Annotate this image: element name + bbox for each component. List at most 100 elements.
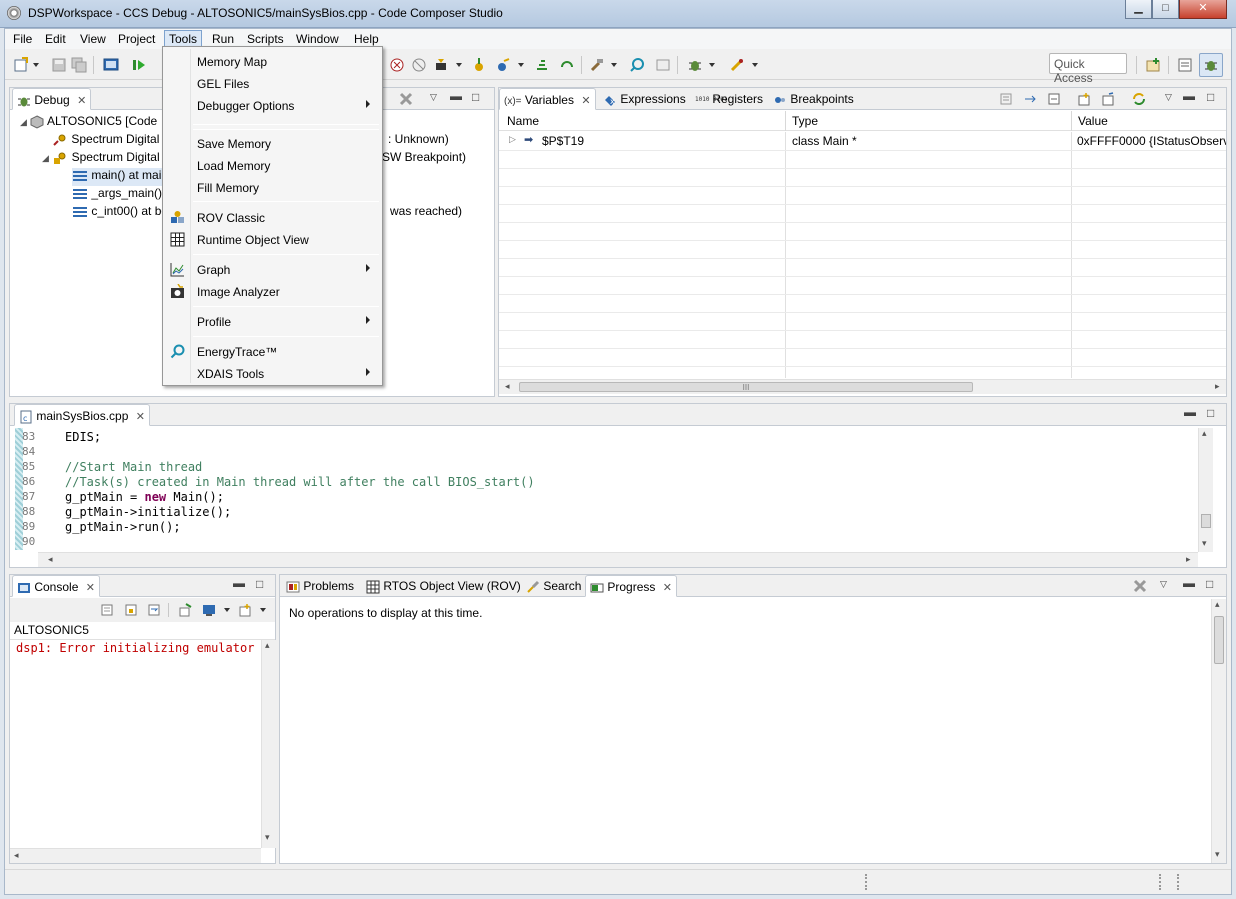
scroll-lock-icon[interactable]	[124, 603, 138, 617]
terminal-icon[interactable]	[103, 57, 119, 73]
flash-dropdown-arrow[interactable]	[752, 63, 758, 67]
tab-expressions[interactable]: x Expressions	[599, 88, 690, 110]
step-return-icon[interactable]	[535, 57, 551, 73]
show-type-names-icon[interactable]	[999, 92, 1013, 106]
maximize-view-icon[interactable]: □	[1207, 406, 1214, 420]
tab-console[interactable]: Console ✕	[12, 575, 100, 597]
tab-progress[interactable]: Progress ✕	[585, 575, 677, 597]
debug-dropdown-arrow[interactable]	[709, 63, 715, 67]
minimize-view-icon[interactable]: ▬	[1184, 405, 1196, 419]
ccs-debug-perspective-button[interactable]	[1199, 53, 1223, 77]
menu-edit[interactable]: Edit	[41, 31, 70, 48]
step-into-icon[interactable]	[471, 57, 487, 73]
scroll-left-arrow[interactable]: ◂	[505, 381, 510, 392]
display-selected-console-icon[interactable]	[202, 603, 216, 617]
scroll-right-arrow[interactable]: ▸	[1186, 554, 1191, 565]
progress-vertical-scrollbar[interactable]: ▴ ▾	[1211, 599, 1226, 863]
step-dropdown-arrow[interactable]	[518, 63, 524, 67]
expand-arrow-icon[interactable]: ▷	[509, 134, 516, 145]
scroll-down-arrow[interactable]: ▾	[1202, 538, 1207, 549]
menu-item-save-memory[interactable]: Save Memory	[165, 133, 380, 154]
close-icon[interactable]: ✕	[663, 582, 672, 594]
menu-item-image-analyzer[interactable]: Image Analyzer	[165, 281, 380, 302]
minimize-button[interactable]: ▁	[1125, 0, 1152, 19]
tab-registers[interactable]: 1010 0101 Registers	[691, 88, 767, 110]
minimize-view-icon[interactable]: ▬	[1183, 576, 1195, 590]
tab-problems[interactable]: Problems	[282, 575, 358, 597]
view-menu-icon[interactable]: ▽	[1160, 579, 1167, 590]
view-menu-icon[interactable]: ▽	[430, 92, 437, 103]
menu-item-gel-files[interactable]: GEL Files	[165, 73, 380, 94]
menu-item-graph[interactable]: Graph	[165, 259, 380, 280]
close-button[interactable]: ✕	[1179, 0, 1227, 19]
close-icon[interactable]: ✕	[77, 95, 86, 107]
tab-search[interactable]: Search	[522, 575, 585, 597]
table-row[interactable]: ▷ ➡ $P$T19 class Main * 0xFFFF0000 {ISta…	[499, 132, 1226, 150]
console-horizontal-scrollbar[interactable]: ◂	[10, 848, 261, 863]
column-header-value[interactable]: Value	[1078, 114, 1108, 128]
remove-terminated-icon[interactable]	[398, 92, 414, 106]
scroll-down-arrow[interactable]: ▾	[1215, 849, 1220, 860]
remove-all-icon[interactable]	[389, 57, 405, 73]
tab-mainsysbios[interactable]: c mainSysBios.cpp ✕	[14, 404, 150, 426]
tree-row-frame-c-int00[interactable]: c_int00() at bo	[72, 204, 168, 222]
resume-icon[interactable]	[131, 57, 147, 73]
close-icon[interactable]: ✕	[86, 582, 95, 594]
collapse-all-icon[interactable]	[1047, 92, 1061, 106]
quick-access-field[interactable]: Quick Access	[1049, 53, 1127, 85]
hammer-dropdown-arrow[interactable]	[611, 63, 617, 67]
tab-variables[interactable]: (x)= Variables ✕	[499, 88, 596, 110]
code-area[interactable]: 83 EDIS; 84 85 //Start Main thread 86 //Tas…	[10, 428, 1205, 552]
disconnect-icon[interactable]	[411, 57, 427, 73]
energytrace-icon[interactable]	[629, 57, 645, 73]
menu-item-load-memory[interactable]: Load Memory	[165, 155, 380, 176]
menu-item-memory-map[interactable]: Memory Map	[165, 51, 380, 72]
new-icon[interactable]	[13, 57, 29, 73]
tree-row-frame-main[interactable]: main() at mai	[72, 168, 166, 186]
minimize-view-icon[interactable]: ▬	[1183, 89, 1195, 103]
ccs-edit-perspective-icon[interactable]	[1177, 57, 1193, 73]
menu-item-fill-memory[interactable]: Fill Memory	[165, 177, 380, 198]
remove-variable-icon[interactable]	[1101, 92, 1115, 106]
flash-icon[interactable]	[729, 57, 745, 73]
open-console-dropdown-arrow[interactable]	[260, 608, 266, 612]
display-console-dropdown-arrow[interactable]	[224, 608, 230, 612]
tab-rtos-object-view[interactable]: RTOS Object View (ROV)	[362, 575, 525, 597]
scroll-right-arrow[interactable]: ▸	[1215, 381, 1220, 392]
clear-console-icon[interactable]	[100, 603, 114, 617]
menu-item-xdais-tools[interactable]: XDAIS Tools	[165, 363, 380, 384]
tree-row-core-2[interactable]: ◢ Spectrum Digital	[42, 150, 160, 168]
column-header-type[interactable]: Type	[792, 114, 818, 128]
column-divider[interactable]	[785, 111, 786, 131]
maximize-view-icon[interactable]: □	[472, 90, 479, 104]
menu-project[interactable]: Project	[114, 31, 159, 48]
load-program-icon[interactable]	[433, 57, 449, 73]
scroll-down-arrow[interactable]: ▾	[265, 832, 270, 843]
menu-item-energytrace[interactable]: EnergyTrace™	[165, 341, 380, 362]
new-dropdown-arrow[interactable]	[33, 63, 39, 67]
hammer-icon[interactable]	[589, 57, 605, 73]
maximize-view-icon[interactable]: □	[256, 577, 263, 591]
menu-item-rov-classic[interactable]: ROV Classic	[165, 207, 380, 228]
tree-row-project[interactable]: ◢ ALTOSONIC5 [Code	[20, 114, 157, 132]
debug-bug-icon[interactable]	[687, 57, 703, 73]
variable-value[interactable]: 0xFFFF0000 {IStatusObserver	[1077, 134, 1226, 148]
column-header-name[interactable]: Name	[507, 114, 539, 128]
scrollbar-thumb[interactable]	[1214, 616, 1224, 664]
menu-item-runtime-object-view[interactable]: Runtime Object View	[165, 229, 380, 250]
maximize-view-icon[interactable]: □	[1206, 577, 1213, 591]
show-logical-structure-icon[interactable]	[1023, 92, 1037, 106]
menu-item-debugger-options[interactable]: Debugger Options	[165, 95, 380, 116]
save-icon[interactable]	[51, 57, 67, 73]
scrollbar-thumb[interactable]	[1201, 514, 1211, 528]
open-console-icon[interactable]	[238, 603, 252, 617]
refresh-icon[interactable]	[1131, 92, 1147, 106]
tab-debug[interactable]: Debug ✕	[12, 88, 92, 110]
maximize-button[interactable]: □	[1152, 0, 1179, 19]
scroll-up-arrow[interactable]: ▴	[265, 640, 270, 651]
tree-row-core-1[interactable]: Spectrum Digital	[52, 132, 159, 150]
load-program-dropdown-arrow[interactable]	[456, 63, 462, 67]
menu-file[interactable]: File	[9, 31, 36, 48]
horizontal-scrollbar[interactable]: ◂ III ▸	[499, 379, 1226, 394]
minimize-view-icon[interactable]: ▬	[233, 576, 245, 590]
